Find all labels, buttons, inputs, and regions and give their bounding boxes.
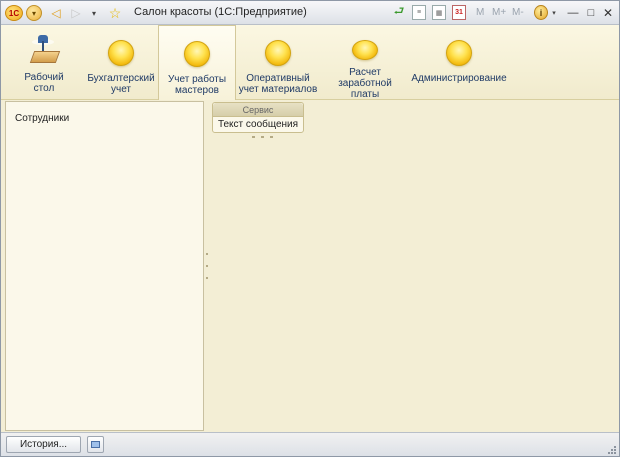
memory-minus-button[interactable]: M- <box>512 7 524 18</box>
actions-group-title: Сервис <box>213 103 303 117</box>
section-accounting[interactable]: Бухгалтерский учет <box>81 25 161 100</box>
message-text-command[interactable]: Текст сообщения <box>213 117 303 132</box>
section-label: Расчет заработной платы <box>338 67 392 100</box>
main-window: 1С ▾ ◁ ▷ ▾ ☆ Салон красоты (1С:Предприят… <box>0 0 620 457</box>
section-bulb-icon <box>184 41 210 67</box>
section-bulb-icon <box>446 40 472 66</box>
work-area: Сервис Текст сообщения <box>208 101 618 431</box>
document-icon[interactable]: ≡ <box>412 5 426 20</box>
window-title: Салон красоты (1С:Предприятие) <box>134 6 307 18</box>
calculator-icon[interactable]: ▦ <box>432 5 446 20</box>
maximize-button[interactable]: □ <box>584 5 598 20</box>
calendar-icon[interactable]: 31 <box>452 5 466 20</box>
section-label: Администрирование <box>411 73 507 84</box>
memory-plus-button[interactable]: M+ <box>492 7 506 18</box>
section-bulb-icon <box>352 40 378 60</box>
actions-group: Сервис Текст сообщения <box>212 102 304 133</box>
main-menu-button[interactable]: ▾ <box>26 5 42 21</box>
section-label: Рабочий стол <box>24 72 64 94</box>
back-arrow-icon[interactable]: ◁ <box>49 5 63 21</box>
section-label: Учет работы мастеров <box>167 74 227 96</box>
nav-item-employees[interactable]: Сотрудники <box>15 113 69 124</box>
info-dropdown-icon[interactable]: ▾ <box>550 5 558 20</box>
info-icon[interactable]: i <box>534 5 548 20</box>
history-button[interactable]: История... <box>6 436 81 453</box>
section-label: Бухгалтерский учет <box>87 73 155 95</box>
history-dropdown-icon[interactable]: ▾ <box>89 5 99 21</box>
connection-icon[interactable] <box>87 436 104 453</box>
close-button[interactable]: ✕ <box>601 5 615 20</box>
title-bar: 1С ▾ ◁ ▷ ▾ ☆ Салон красоты (1С:Предприят… <box>1 1 619 25</box>
section-label: Оперативный учет материалов <box>238 73 318 95</box>
desktop-icon <box>26 33 62 67</box>
minimize-button[interactable]: — <box>566 5 580 20</box>
section-desktop[interactable]: Рабочий стол <box>5 25 83 100</box>
favorites-star-icon[interactable]: ☆ <box>107 5 123 21</box>
section-masters-work[interactable]: Учет работы мастеров <box>158 25 236 100</box>
status-bar: История... <box>1 432 619 456</box>
window-resize-grip[interactable] <box>607 445 616 454</box>
1c-logo-icon[interactable]: 1С <box>5 5 23 21</box>
sections-panel: Рабочий стол Бухгалтерский учет Учет раб… <box>1 25 619 100</box>
navigation-panel: Сотрудники <box>5 101 204 431</box>
section-bulb-icon <box>108 40 134 66</box>
section-administration[interactable]: Администрирование <box>411 25 507 100</box>
actions-panel-resize-grip[interactable] <box>252 136 273 138</box>
section-bulb-icon <box>265 40 291 66</box>
section-payroll[interactable]: Расчет заработной платы <box>323 25 407 100</box>
section-materials[interactable]: Оперативный учет материалов <box>237 25 319 100</box>
forward-arrow-icon[interactable]: ▷ <box>69 5 83 21</box>
return-arrow-icon[interactable]: ⮐ <box>392 4 406 20</box>
memory-m-button[interactable]: M <box>476 7 484 18</box>
